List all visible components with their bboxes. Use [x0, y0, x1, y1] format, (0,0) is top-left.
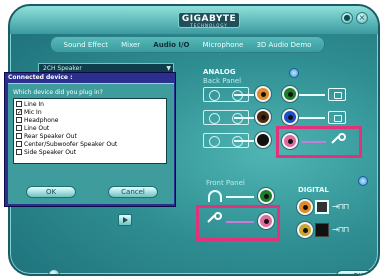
dialog-cancel-button[interactable]: Cancel	[108, 186, 158, 198]
tab-bar: Sound Effect Mixer Audio I/O Microphone …	[50, 36, 325, 53]
connector-line	[234, 94, 254, 96]
title-bar: GIGABYTE TECHNOLOGY ● ×	[10, 6, 378, 34]
choice-label: Line In	[24, 100, 44, 108]
speaker-out-icon	[328, 88, 346, 101]
connector-line	[234, 117, 254, 119]
checkbox[interactable]	[16, 141, 22, 147]
speaker-config-value: 2CH Speaker	[43, 65, 82, 72]
choice-center-sub-out[interactable]: Center/Subwoofer Speaker Out	[16, 140, 164, 148]
checkbox[interactable]	[16, 125, 22, 131]
choice-side-speaker-out[interactable]: Side Speaker Out	[16, 148, 164, 156]
brand-subtitle: TECHNOLOGY	[190, 23, 228, 28]
front-jack-pink[interactable]	[258, 213, 274, 229]
spdif-coaxial-jack-2[interactable]	[297, 222, 313, 238]
jack-green[interactable]	[282, 86, 298, 102]
digital-signal-icon: →⊓⊓	[332, 225, 349, 234]
dialog-ok-button[interactable]: OK	[26, 186, 76, 198]
microphone-icon	[206, 212, 222, 228]
connected-device-dialog: Connected device : Which device did you …	[4, 72, 176, 207]
digital-title: DIGITAL	[298, 186, 329, 194]
window-buttons: ● ×	[341, 12, 368, 24]
back-panel-title: Back Panel	[203, 77, 242, 85]
ok-button[interactable]: OK	[336, 270, 378, 274]
dialog-title: Connected device :	[8, 74, 73, 81]
choice-label: Line Out	[24, 124, 50, 132]
headphone-icon	[208, 190, 222, 202]
settings-icon[interactable]	[48, 269, 60, 274]
jack-brown[interactable]	[255, 109, 271, 125]
jack-blue[interactable]	[282, 109, 298, 125]
connector-line	[226, 196, 254, 198]
jack-pink[interactable]	[282, 133, 298, 149]
front-jack-green[interactable]	[258, 188, 274, 204]
connector-line	[302, 141, 326, 143]
minimize-button[interactable]: ●	[341, 12, 353, 24]
microphone-icon	[330, 133, 346, 149]
info-icon[interactable]	[358, 176, 368, 186]
connector-line	[234, 140, 254, 142]
spdif-optical-icon	[315, 200, 329, 214]
checkbox[interactable]	[16, 149, 22, 155]
choice-mic-in[interactable]: ✓ Mic In	[16, 108, 164, 116]
analog-title: ANALOG	[203, 68, 236, 76]
checkbox[interactable]	[16, 101, 22, 107]
spdif-coaxial-jack[interactable]	[297, 199, 313, 215]
choice-line-out[interactable]: Line Out	[16, 124, 164, 132]
dialog-body: Which device did you plug in? Line In ✓ M…	[8, 83, 174, 204]
spdif-optical-port-icon	[315, 223, 329, 237]
tab-mixer[interactable]: Mixer	[121, 41, 140, 49]
info-icon[interactable]	[289, 68, 299, 78]
connector-line	[299, 94, 325, 96]
tab-3d-audio-demo[interactable]: 3D Audio Demo	[256, 41, 311, 49]
close-button[interactable]: ×	[356, 12, 368, 24]
checkbox[interactable]	[16, 133, 22, 139]
gigabyte-logo: GIGABYTE TECHNOLOGY	[178, 12, 240, 28]
play-button[interactable]	[118, 214, 132, 226]
choice-headphone[interactable]: Headphone	[16, 116, 164, 124]
checkbox[interactable]	[16, 117, 22, 123]
line-in-icon	[328, 111, 346, 124]
dialog-question: Which device did you plug in?	[13, 89, 103, 96]
choice-label: Headphone	[24, 116, 59, 124]
tab-microphone[interactable]: Microphone	[203, 41, 244, 49]
jack-black[interactable]	[255, 132, 271, 148]
connector-line	[299, 117, 325, 119]
choice-line-in[interactable]: Line In	[16, 100, 164, 108]
digital-signal-icon: →⊓⊓	[332, 202, 349, 211]
tab-sound-effect[interactable]: Sound Effect	[64, 41, 108, 49]
choice-label: Side Speaker Out	[24, 148, 77, 156]
choice-label: Rear Speaker Out	[24, 132, 77, 140]
choice-label: Mic In	[24, 108, 42, 116]
choice-label: Center/Subwoofer Speaker Out	[24, 140, 118, 148]
connector-line	[226, 221, 254, 223]
checkbox-checked[interactable]: ✓	[16, 109, 22, 116]
jack-orange[interactable]	[255, 86, 271, 102]
choice-rear-speaker-out[interactable]: Rear Speaker Out	[16, 132, 164, 140]
device-choice-list: Line In ✓ Mic In Headphone Line Out Rear …	[13, 98, 167, 164]
tab-audio-io[interactable]: Audio I/O	[153, 41, 189, 49]
front-panel-title: Front Panel	[206, 179, 245, 187]
